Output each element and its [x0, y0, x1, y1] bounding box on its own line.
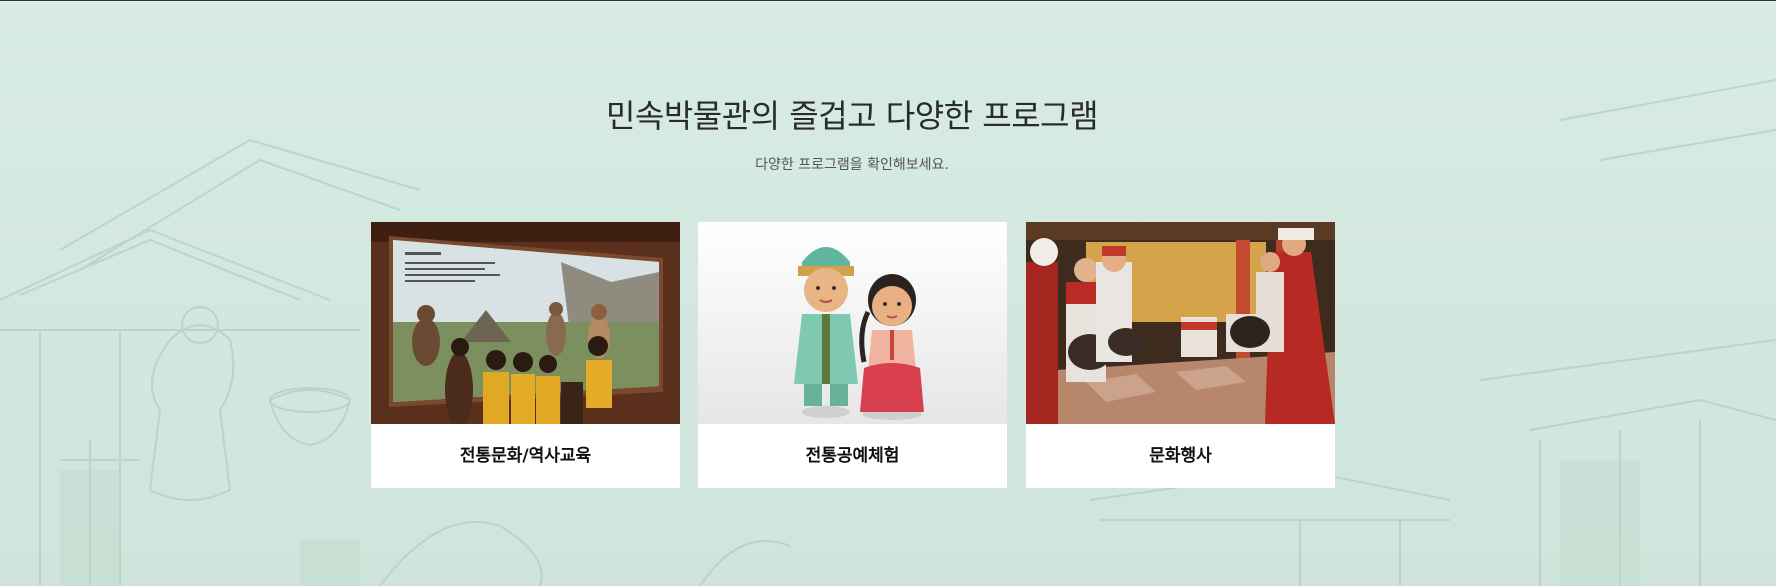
program-card-event[interactable]: 문화행사	[1026, 222, 1335, 488]
card-label: 전통공예체험	[805, 446, 900, 466]
program-card-education[interactable]: 전통문화/역사교육	[371, 222, 680, 488]
performance-photo	[1026, 222, 1335, 424]
section-title: 민속박물관의 즐겁고 다양한 프로그램	[605, 97, 1099, 135]
section-subtitle: 다양한 프로그램을 확인해보세요.	[755, 157, 949, 173]
clay-dolls-photo	[698, 222, 1007, 424]
program-section: 민속박물관의 즐겁고 다양한 프로그램 다양한 프로그램을 확인해보세요. 전통…	[0, 0, 1776, 586]
card-label: 전통문화/역사교육	[459, 446, 592, 466]
card-label: 문화행사	[1149, 446, 1212, 466]
program-card-craft[interactable]: 전통공예체험	[698, 222, 1007, 488]
museum-education-photo	[371, 222, 680, 424]
